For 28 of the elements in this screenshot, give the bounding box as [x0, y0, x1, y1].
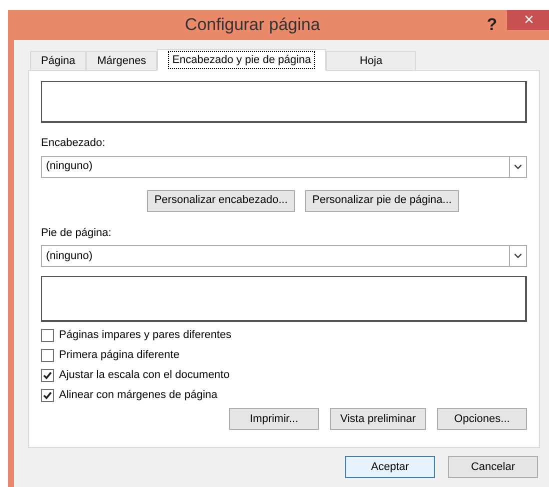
checkmark-icon — [43, 370, 52, 380]
header-label: Encabezado: — [41, 136, 106, 151]
help-button[interactable]: ? — [477, 12, 507, 38]
checkbox[interactable] — [41, 348, 54, 362]
window-title: Configurar página — [184, 14, 322, 36]
checkbox-label: Alinear con márgenes de página — [59, 388, 218, 403]
footer-label: Pie de página: — [41, 226, 112, 240]
tab[interactable]: Márgenes — [86, 51, 158, 70]
tab[interactable]: Página — [30, 51, 86, 70]
dialog-button[interactable]: Personalizar encabezado... — [147, 190, 295, 212]
dialog-button[interactable]: Vista preliminar — [330, 408, 426, 430]
checkbox-label: Páginas impares y pares diferentes — [59, 328, 232, 343]
checkbox-label: Primera página diferente — [59, 348, 180, 363]
dialog-button[interactable]: Aceptar — [345, 456, 435, 478]
tab[interactable]: Encabezado y pie de página — [157, 49, 326, 71]
dialog-button[interactable]: Opciones... — [437, 408, 527, 430]
close-button[interactable]: × — [507, 10, 549, 30]
checkbox[interactable] — [41, 368, 54, 382]
dialog-button[interactable]: Cancelar — [448, 456, 538, 478]
checkbox-label: Ajustar la escala con el documento — [59, 368, 230, 383]
tab[interactable]: Hoja — [326, 51, 416, 70]
checkmark-icon — [43, 390, 52, 400]
header-dropdown[interactable]: (ninguno) — [41, 156, 527, 178]
dialog-button[interactable]: Imprimir... — [229, 408, 319, 430]
dialog-button[interactable]: Personalizar pie de página... — [305, 190, 459, 212]
checkbox[interactable] — [41, 388, 54, 402]
checkbox[interactable] — [41, 328, 54, 342]
footer-dropdown[interactable]: (ninguno) — [41, 245, 527, 267]
